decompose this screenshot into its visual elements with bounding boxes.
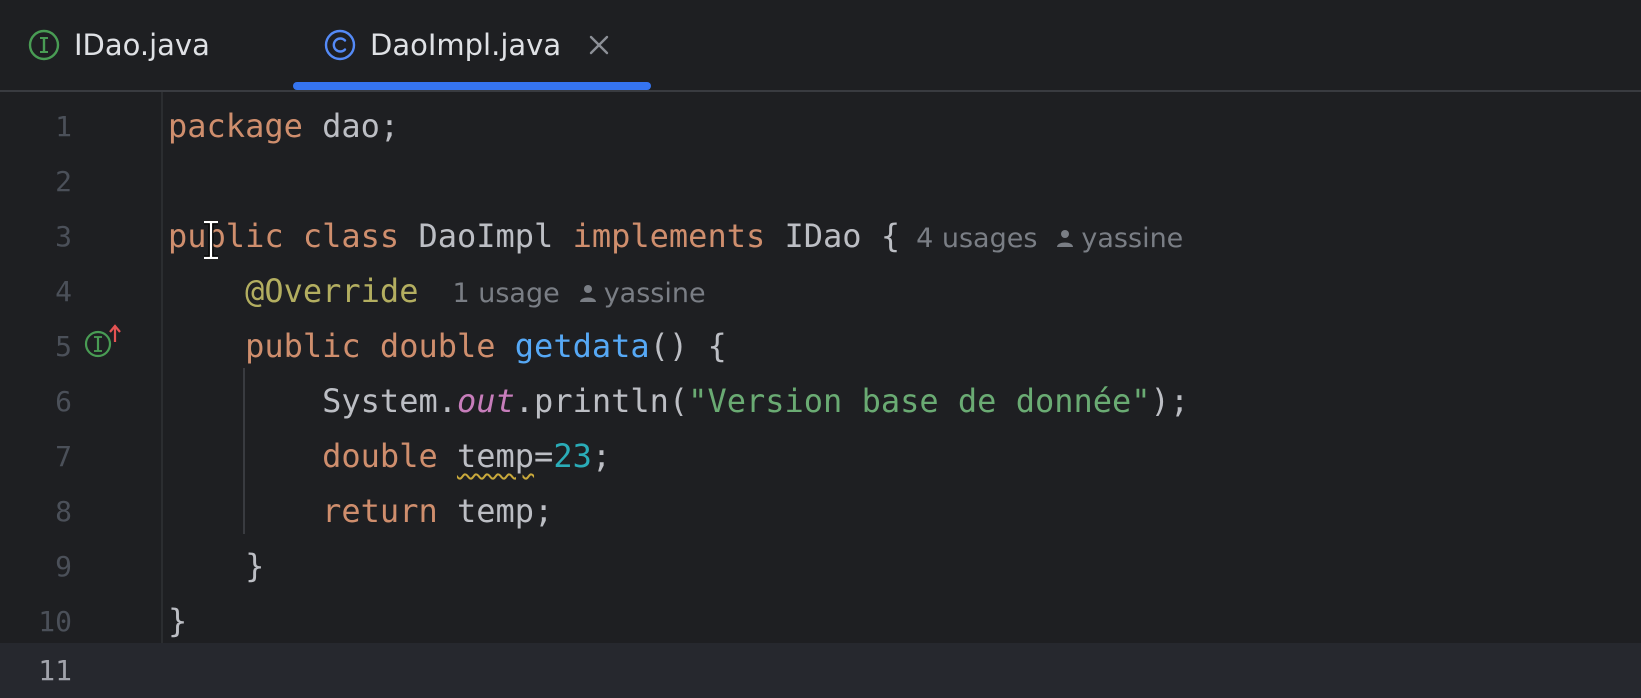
line-number: 1 <box>55 110 72 143</box>
current-code-line: 11 <box>0 643 1641 698</box>
editor-tab-bar: IDao.java DaoImpl.java <box>0 0 1641 92</box>
keyword: package <box>168 107 303 145</box>
operator: = <box>534 437 554 475</box>
code-text: double temp=23; <box>168 429 611 484</box>
method-signature: () { <box>649 327 727 365</box>
return-value: temp; <box>437 492 554 530</box>
author-hint[interactable]: yassine <box>1081 223 1183 254</box>
class-icon <box>324 29 356 61</box>
implements-interface-icon[interactable] <box>84 324 126 360</box>
code-line: 6 System.out.println("Version base de do… <box>0 374 1641 429</box>
code-text: @Override 1 usage yassine <box>168 264 706 321</box>
class-ref: System. <box>322 382 457 420</box>
usages-hint[interactable]: 1 usage <box>452 278 559 309</box>
keyword: class <box>302 217 400 255</box>
code-line: 3 public class DaoImpl implements IDao {… <box>0 209 1641 264</box>
keyword: return <box>322 492 438 530</box>
code-text: public double getdata() { <box>168 319 727 374</box>
class-name: DaoImpl <box>418 217 554 255</box>
keyword: public <box>168 217 284 255</box>
package-name: dao; <box>302 107 400 145</box>
code-line: 7 double temp=23; <box>0 429 1641 484</box>
line-number: 8 <box>55 495 72 528</box>
static-field: out <box>456 382 515 420</box>
keyword: public <box>245 327 361 365</box>
person-icon <box>579 285 596 302</box>
line-number: 10 <box>38 605 72 638</box>
line-number: 6 <box>55 385 72 418</box>
keyword: double <box>379 327 496 365</box>
statement-end: ); <box>1150 382 1190 420</box>
tab-label: IDao.java <box>74 28 210 62</box>
tab-daoimpl-java[interactable]: DaoImpl.java <box>293 0 651 90</box>
interface-name: IDao <box>784 217 862 255</box>
closing-brace: } <box>245 547 265 585</box>
method-call: .println( <box>514 382 689 420</box>
code-line: 8 return temp; <box>0 484 1641 539</box>
keyword: double <box>322 437 438 475</box>
ide-window: IDao.java DaoImpl.java 1 package dao; 2 <box>0 0 1641 698</box>
close-tab-icon[interactable] <box>587 33 611 57</box>
code-editor[interactable]: 1 package dao; 2 3 public class DaoImpl … <box>0 92 1641 698</box>
code-line: 2 <box>0 154 1641 209</box>
string-literal: "Version base de donnée" <box>688 382 1151 420</box>
line-number: 3 <box>55 220 72 253</box>
text-cursor-icon <box>204 220 218 260</box>
code-line: 10 } <box>0 594 1641 649</box>
line-number: 4 <box>55 275 72 308</box>
usages-hint[interactable]: 4 usages <box>916 223 1037 254</box>
code-line: 9 } <box>0 539 1641 594</box>
code-text: System.out.println("Version base de donn… <box>168 374 1189 429</box>
statement-end: ; <box>591 437 612 475</box>
line-number: 11 <box>38 654 72 687</box>
author-hint[interactable]: yassine <box>604 278 706 309</box>
person-icon <box>1057 230 1074 247</box>
indent-guide <box>243 368 245 534</box>
annotation: @Override <box>245 272 419 310</box>
code-line: 1 package dao; <box>0 99 1641 154</box>
code-text: return temp; <box>168 484 553 539</box>
warned-variable[interactable]: temp <box>457 437 534 475</box>
code-line: 4 @Override 1 usage yassine <box>0 264 1641 319</box>
closing-brace: } <box>168 602 188 640</box>
method-name: getdata <box>514 327 650 365</box>
line-number: 2 <box>55 165 72 198</box>
active-tab-indicator <box>293 82 651 90</box>
line-number: 5 <box>55 330 72 363</box>
number-literal: 23 <box>553 437 592 475</box>
code-line: 5 public double getdata() { <box>0 319 1641 374</box>
interface-icon <box>28 29 60 61</box>
code-text: } <box>168 594 187 649</box>
line-number: 7 <box>55 440 72 473</box>
code-text: } <box>168 539 264 594</box>
tab-idao-java[interactable]: IDao.java <box>28 0 210 90</box>
brace: { <box>861 217 901 255</box>
keyword: implements <box>572 217 766 255</box>
code-text: public class DaoImpl implements IDao {4 … <box>168 209 1183 266</box>
line-number: 9 <box>55 550 72 583</box>
tab-label: DaoImpl.java <box>370 28 562 62</box>
code-text: package dao; <box>168 99 399 154</box>
